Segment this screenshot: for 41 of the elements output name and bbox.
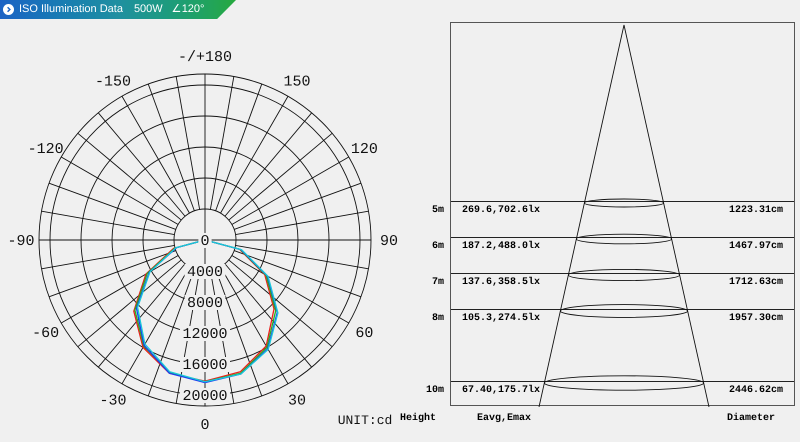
radial-tick-label: 0 xyxy=(200,233,210,250)
angle-label: -90 xyxy=(8,233,34,250)
illuminance-value: 137.6,358.5lx xyxy=(462,276,540,290)
illuminance-value: 105.3,274.5lx xyxy=(462,312,540,326)
column-header: Eavg,Emax xyxy=(477,412,532,426)
radial-tick-label: 20000 xyxy=(182,388,228,405)
height-label: 7m xyxy=(432,276,444,290)
angle-label: 60 xyxy=(355,325,374,342)
chevron-circle-icon xyxy=(3,4,14,15)
diameter-value: 1223.31cm xyxy=(728,204,783,218)
angle-label: -/+180 xyxy=(178,49,232,66)
angle-label: -150 xyxy=(95,74,131,91)
radial-tick-label: 12000 xyxy=(182,326,228,343)
illuminance-value: 187.2,488.0lx xyxy=(462,240,540,254)
angle-label: 120 xyxy=(350,141,378,158)
diameter-value: 2446.62cm xyxy=(728,384,783,398)
angle-label: 150 xyxy=(284,74,310,91)
angle-label: 30 xyxy=(288,392,306,410)
radial-tick-label: 4000 xyxy=(187,264,223,281)
angle-label: -60 xyxy=(32,325,60,342)
column-header: Diameter xyxy=(727,412,776,426)
illuminance-value: 67.40,175.7lx xyxy=(462,384,540,398)
beam-angle-label: ∠120° xyxy=(172,2,204,18)
illuminance-value: 269.6,702.6lx xyxy=(462,204,540,218)
angle-label: 0 xyxy=(200,417,210,434)
angle-label: -120 xyxy=(28,141,64,158)
angle-label: 90 xyxy=(380,233,398,250)
radial-tick-label: 8000 xyxy=(187,295,223,312)
height-label: 6m xyxy=(432,240,444,254)
height-label: 8m xyxy=(432,312,444,326)
height-label: 10m xyxy=(426,384,444,398)
diameter-value: 1467.97cm xyxy=(728,240,783,254)
banner-title: ISO Illumination Data xyxy=(19,2,123,18)
radial-tick-label: 16000 xyxy=(182,357,228,374)
diameter-value: 1712.63cm xyxy=(728,276,783,290)
unit-label: UNIT:cd xyxy=(338,413,392,428)
power-label: 500W xyxy=(134,2,163,18)
diameter-value: 1957.30cm xyxy=(728,312,783,326)
angle-label: -30 xyxy=(100,392,126,410)
height-label: 5m xyxy=(432,204,444,218)
column-header: Height xyxy=(400,412,438,426)
